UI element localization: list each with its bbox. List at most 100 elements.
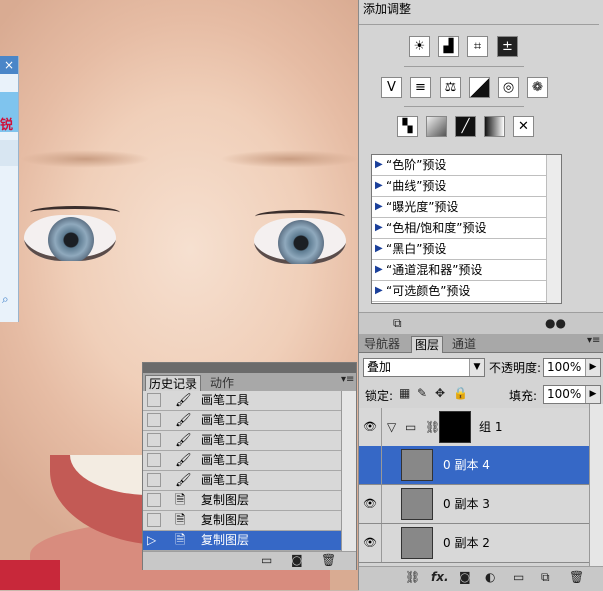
lock-image-icon[interactable]: ✎	[417, 386, 427, 400]
curves-icon[interactable]: ⌗	[467, 36, 488, 57]
visibility-eye-icon[interactable]: 👁	[359, 485, 382, 523]
new-snapshot-icon[interactable]: ◙	[291, 553, 303, 567]
layer-row[interactable]: 👁 0 副本 2	[359, 524, 590, 563]
presets-list[interactable]: ▶ “色阶”预设 ▶ “曲线”预设 ▶ “曝光度”预设 ▶ “色相/饱和度”预设 ▶ “黑…	[371, 154, 562, 304]
lock-all-icon[interactable]: 🔒	[453, 386, 468, 400]
snapshot-source-box[interactable]	[147, 393, 161, 407]
opacity-label: 不透明度:	[489, 361, 542, 375]
hue-saturation-icon[interactable]: ≡	[410, 77, 431, 98]
preset-item[interactable]: ▶ “色阶”预设	[372, 155, 546, 176]
invert-icon[interactable]: ▚	[397, 116, 418, 137]
snapshot-source-box[interactable]	[147, 413, 161, 427]
expand-triangle-icon[interactable]: ▶	[375, 281, 383, 301]
snapshot-source-box[interactable]	[147, 493, 161, 507]
trash-icon[interactable]: 🗑	[321, 553, 336, 567]
new-adjustment-layer-icon[interactable]: ◐	[485, 570, 495, 584]
gradient-map-icon[interactable]	[484, 116, 505, 137]
preset-item[interactable]: ▶ “曝光度”预设	[372, 197, 546, 218]
divider	[404, 66, 524, 67]
snapshot-source-box[interactable]	[147, 433, 161, 447]
history-item[interactable]: 🖌 画笔工具	[143, 451, 342, 471]
history-item[interactable]: 🖌 画笔工具	[143, 411, 342, 431]
adjustments-panel: 添加调整 ☀ ▟ ⌗ ± V ≡ ⚖ ◎ ❁ ▚ ╱ ✕ ▶ “色阶”预设 ▶ “曲…	[358, 0, 603, 335]
snapshot-source-box[interactable]	[147, 453, 161, 467]
history-item-current[interactable]: ▷ 🗎 复制图层	[143, 531, 342, 551]
layer-row-group[interactable]: 👁 ▽ ▭ ⛓ 组 1	[359, 408, 590, 447]
snapshot-source-box[interactable]	[147, 473, 161, 487]
adjustments-menu-icon[interactable]: ●●	[545, 316, 566, 330]
history-item[interactable]: 🗎 复制图层	[143, 511, 342, 531]
snapshot-source-box[interactable]	[147, 513, 161, 527]
tab-navigator[interactable]: 导航器	[361, 336, 403, 352]
link-layers-icon[interactable]: ⛓	[405, 570, 420, 584]
new-layer-icon[interactable]: ⧉	[541, 570, 550, 585]
preset-item[interactable]: ▶ “可选颜色”预设	[372, 281, 546, 302]
new-group-icon[interactable]: ▭	[513, 570, 524, 584]
tab-history[interactable]: 历史记录	[145, 375, 202, 392]
opacity-field[interactable]: 100% ▶	[543, 358, 601, 377]
layer-thumbnail[interactable]	[401, 527, 433, 559]
close-icon[interactable]: ×	[0, 56, 18, 74]
fx-icon[interactable]: fx.	[431, 570, 449, 584]
layer-row[interactable]: 👁 0 副本 3	[359, 485, 590, 524]
blend-mode-select[interactable]: 叠加 ▼	[363, 358, 485, 377]
history-state-slider-icon[interactable]: ▷	[147, 533, 161, 547]
visibility-eye-icon[interactable]: 👁	[359, 524, 382, 562]
history-scrollbar[interactable]	[341, 391, 356, 551]
layers-scrollbar[interactable]	[589, 404, 603, 568]
black-white-icon[interactable]	[469, 77, 490, 98]
add-mask-icon[interactable]: ◙	[459, 570, 471, 584]
expand-triangle-icon[interactable]: ▶	[375, 239, 383, 259]
panel-menu-icon[interactable]: ▾≡	[341, 374, 354, 385]
brightness-contrast-icon[interactable]: ☀	[409, 36, 430, 57]
layer-thumbnail[interactable]	[401, 488, 433, 520]
panel-menu-icon[interactable]: ▾≡	[587, 335, 600, 346]
fill-field[interactable]: 100% ▶	[543, 385, 601, 404]
exposure-icon[interactable]: ±	[497, 36, 518, 57]
expand-triangle-icon[interactable]: ▶	[375, 155, 383, 175]
preset-item[interactable]: ▶ “色相/饱和度”预设	[372, 218, 546, 239]
search-icon[interactable]: ⌕	[2, 292, 9, 307]
history-item[interactable]: 🖌 画笔工具	[143, 471, 342, 491]
expand-triangle-icon[interactable]: ▶	[375, 260, 383, 280]
preset-item[interactable]: ▶ “通道混和器”预设	[372, 260, 546, 281]
color-balance-icon[interactable]: ⚖	[440, 77, 461, 98]
expand-triangle-icon[interactable]: ▶	[375, 176, 383, 196]
preset-item[interactable]: ▶ “曲线”预设	[372, 176, 546, 197]
history-item[interactable]: 🖌 画笔工具	[143, 391, 342, 411]
vibrance-icon[interactable]: V	[381, 77, 402, 98]
visibility-eye-icon[interactable]	[359, 446, 382, 484]
levels-icon[interactable]: ▟	[438, 36, 459, 57]
expand-triangle-icon[interactable]: ▶	[375, 197, 383, 217]
visibility-eye-icon[interactable]: 👁	[359, 408, 382, 446]
history-item[interactable]: 🗎 复制图层	[143, 491, 342, 511]
folder-icon: ▭	[405, 420, 417, 434]
lock-transparent-icon[interactable]: ▦	[399, 386, 410, 400]
layer-thumbnail[interactable]	[401, 449, 433, 481]
lock-position-icon[interactable]: ✥	[435, 386, 445, 400]
clip-to-layer-icon[interactable]: ⧉	[393, 316, 402, 331]
group-mask-thumbnail[interactable]	[439, 411, 471, 443]
lock-label: 锁定:	[365, 389, 394, 403]
trash-icon[interactable]: 🗑	[569, 570, 584, 584]
photo-filter-icon[interactable]: ◎	[498, 77, 519, 98]
adjustments-bottom-bar: ⧉ ●●	[359, 312, 603, 335]
tab-layers[interactable]: 图层	[411, 336, 444, 353]
red-shirt	[0, 560, 60, 590]
preset-item[interactable]: ▶ “黑白”预设	[372, 239, 546, 260]
new-document-from-state-icon[interactable]: ▭	[261, 553, 272, 567]
right-eyebrow	[220, 150, 358, 168]
layer-row[interactable]: 0 副本 4	[359, 446, 590, 485]
presets-scrollbar[interactable]	[546, 155, 561, 303]
history-titlebar[interactable]	[143, 363, 356, 373]
history-item[interactable]: 🖌 画笔工具	[143, 431, 342, 451]
channel-mixer-icon[interactable]: ❁	[527, 77, 548, 98]
tab-channels[interactable]: 通道	[449, 336, 479, 352]
selective-color-icon[interactable]: ✕	[513, 116, 534, 137]
tab-actions[interactable]: 动作	[207, 375, 237, 391]
threshold-icon[interactable]: ╱	[455, 116, 476, 137]
expand-triangle-icon[interactable]: ▶	[375, 218, 383, 238]
background-window[interactable]: × 锐 ⌕	[0, 56, 19, 322]
posterize-icon[interactable]	[426, 116, 447, 137]
expand-group-icon[interactable]: ▽	[387, 420, 396, 434]
